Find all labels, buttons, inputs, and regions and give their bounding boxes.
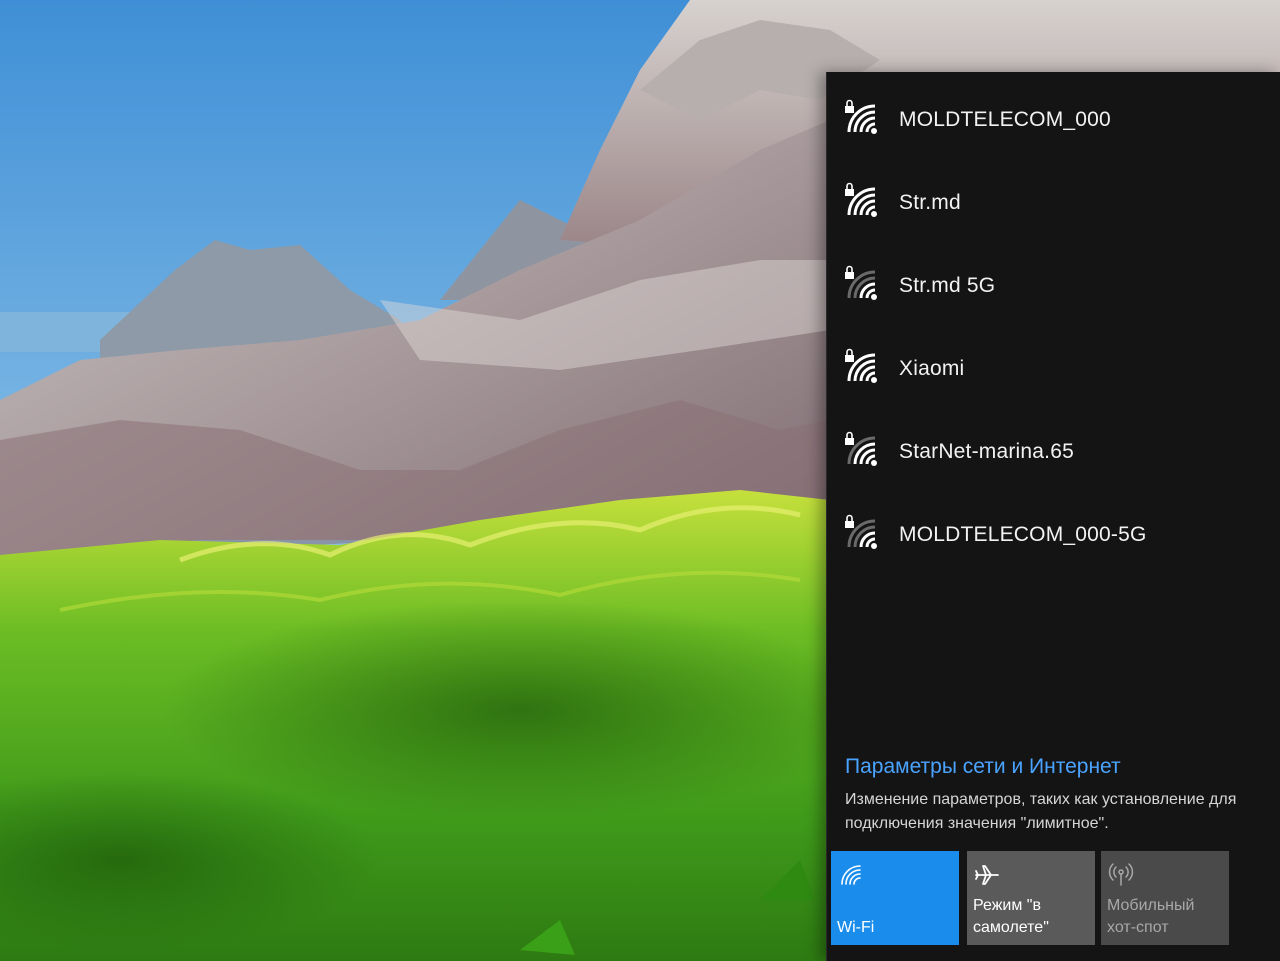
wifi-network-item[interactable]: Xiaomi [827, 328, 1280, 410]
wifi-network-item[interactable]: MOLDTELECOM_000 [827, 79, 1280, 161]
quick-action-tiles: Wi-Fi Режим "в самолете" Мобильный хот-с… [831, 851, 1280, 946]
network-settings-link[interactable]: Параметры сети и Интернет [845, 755, 1121, 779]
wifi-tile-label: Wi-Fi [837, 919, 875, 936]
wifi-network-name: Str.md 5G [899, 274, 996, 297]
airplane-tile-label: Режим "в самолете" [973, 897, 1049, 936]
wifi-network-name: MOLDTELECOM_000-5G [899, 523, 1147, 546]
wifi-network-item[interactable]: Str.md 5G [827, 245, 1280, 327]
wifi-network-name: MOLDTELECOM_000 [899, 108, 1111, 131]
secured-wifi-signal-icon [845, 182, 877, 217]
hotspot-icon [1108, 863, 1134, 886]
secured-wifi-signal-icon [845, 265, 877, 300]
wifi-icon [841, 865, 861, 885]
settings-description-line: Изменение параметров, таких как установл… [845, 791, 1237, 808]
wifi-network-name: Str.md [899, 191, 961, 214]
airplane-mode-tile[interactable]: Режим "в самолете" [967, 851, 1095, 945]
secured-wifi-signal-icon [845, 514, 877, 549]
network-settings-description: Изменение параметров, таких как установл… [845, 788, 1280, 836]
wifi-network-item[interactable]: Str.md [827, 162, 1280, 244]
wifi-network-name: Xiaomi [899, 357, 965, 380]
secured-wifi-signal-icon [845, 348, 877, 383]
mobile-hotspot-tile[interactable]: Мобильный хот-спот [1101, 851, 1229, 945]
wifi-network-name: StarNet-marina.65 [899, 440, 1074, 463]
wifi-network-item[interactable]: MOLDTELECOM_000-5G [827, 494, 1280, 576]
network-flyout: MOLDTELECOM_000 Str.md Str.md 5G Xiaomi Star… [826, 72, 1280, 961]
airplane-icon [975, 865, 999, 885]
secured-wifi-signal-icon [845, 431, 877, 466]
secured-wifi-signal-icon [845, 99, 877, 134]
settings-description-line: подключения значения "лимитное". [845, 815, 1109, 832]
wifi-network-item[interactable]: StarNet-marina.65 [827, 411, 1280, 493]
hotspot-tile-label: Мобильный хот-спот [1107, 897, 1195, 936]
wifi-toggle-tile[interactable]: Wi-Fi [831, 851, 959, 945]
